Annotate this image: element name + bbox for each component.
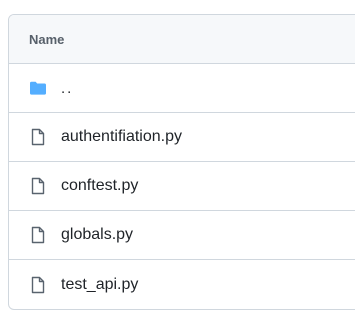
file-link[interactable]: conftest.py (61, 177, 138, 195)
column-header-label: Name (29, 31, 65, 47)
file-link[interactable]: authentifiation.py (61, 128, 182, 146)
file-icon (29, 177, 47, 195)
file-row[interactable]: test_api.py (9, 260, 355, 309)
column-header-name: Name (9, 15, 355, 64)
file-icon (29, 276, 47, 294)
file-row[interactable]: conftest.py (9, 162, 355, 211)
file-row[interactable]: authentifiation.py (9, 113, 355, 162)
file-link[interactable]: test_api.py (61, 276, 138, 294)
file-link[interactable]: globals.py (61, 226, 133, 244)
folder-icon (29, 79, 47, 97)
file-icon (29, 226, 47, 244)
parent-directory-row[interactable]: .. (9, 64, 355, 113)
parent-directory-link[interactable]: .. (61, 80, 73, 97)
file-row[interactable]: globals.py (9, 211, 355, 260)
file-list-table: Name .. authentifiation.py conftest.py g… (8, 14, 355, 310)
file-icon (29, 128, 47, 146)
